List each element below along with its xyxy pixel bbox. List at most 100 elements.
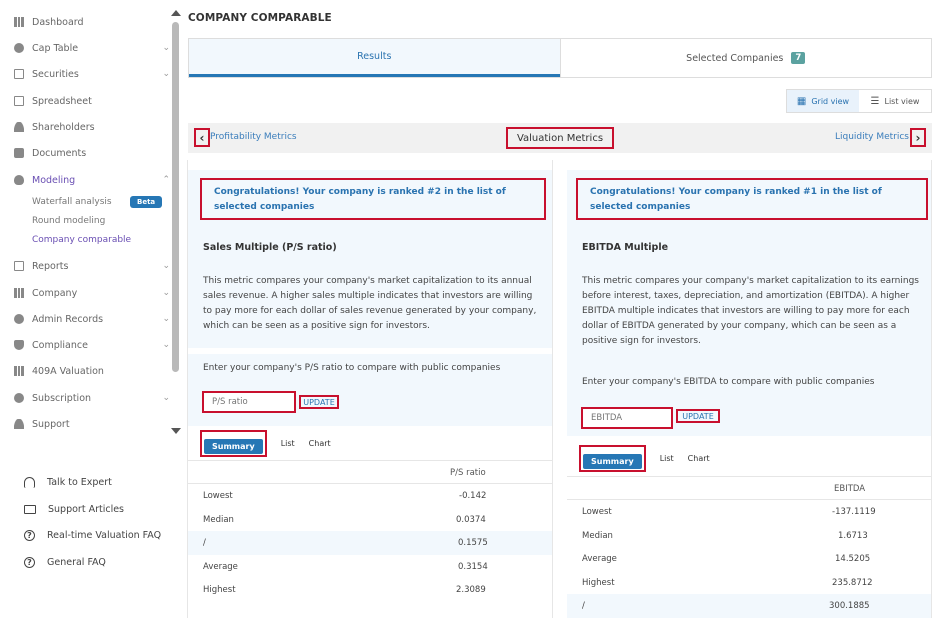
sidebar-item-company[interactable]: Company ⌄ <box>14 283 170 303</box>
report-icon <box>14 261 24 271</box>
row-value: 0.3154 <box>458 561 488 572</box>
row-value: 0.0374 <box>456 514 486 525</box>
sidebar-subitem-round-modeling[interactable]: Round modeling <box>32 213 105 229</box>
tab-selected-companies[interactable]: Selected Companies 7 <box>559 39 932 77</box>
bulb-icon <box>14 175 24 185</box>
table-row: Average 0.3154 <box>188 555 552 579</box>
row-label: Average <box>203 561 238 572</box>
tab-bar: Results Selected Companies 7 <box>188 38 932 78</box>
sidebar-item-409a-valuation[interactable]: 409A Valuation <box>14 361 170 381</box>
chevron-down-icon: ⌄ <box>162 393 170 403</box>
subtab-list[interactable]: List <box>660 454 674 463</box>
sidebar-item-label: Shareholders <box>32 121 95 133</box>
row-label: Median <box>582 530 613 541</box>
subtab-list[interactable]: List <box>281 439 295 448</box>
row-label: Lowest <box>582 507 612 517</box>
chevron-down-icon: ⌄ <box>162 340 170 350</box>
card-header: Congratulations! Your company is ranked … <box>567 170 931 364</box>
row-value: -137.1119 <box>832 507 876 517</box>
tab-label: Results <box>357 51 392 62</box>
sidebar-item-compliance[interactable]: Compliance ⌄ <box>14 335 170 355</box>
row-value: -0.142 <box>459 491 487 501</box>
sidebar: Dashboard Cap Table ⌄ Securities ⌄ Spreads… <box>0 0 182 618</box>
dashboard-icon <box>14 17 24 27</box>
document-icon <box>14 69 24 79</box>
row-label: / <box>203 538 206 548</box>
chart-icon <box>14 366 24 376</box>
metric-title: Sales Multiple (P/S ratio) <box>203 242 337 253</box>
ebitda-input[interactable] <box>581 407 673 429</box>
gear-icon <box>14 314 24 324</box>
metric-navigator: ‹ Profitability Metrics Valuation Metric… <box>188 123 932 153</box>
help-valuation-faq[interactable]: ? Real-time Valuation FAQ <box>24 526 161 544</box>
update-button[interactable]: UPDATE <box>676 409 720 423</box>
metric-card-ps-ratio: Congratulations! Your company is ranked … <box>188 170 552 618</box>
row-label: Lowest <box>203 491 233 501</box>
building-icon <box>14 288 24 298</box>
book-icon <box>24 504 36 514</box>
sidebar-item-securities[interactable]: Securities ⌄ <box>14 64 170 84</box>
help-general-faq[interactable]: ? General FAQ <box>24 553 106 571</box>
help-talk-to-expert[interactable]: Talk to Expert <box>24 473 112 491</box>
chevron-down-icon: ⌄ <box>162 261 170 271</box>
table-row: Lowest -0.142 <box>188 484 552 508</box>
row-value: 14.5205 <box>835 554 871 564</box>
sidebar-item-shareholders[interactable]: Shareholders <box>14 117 170 137</box>
sidebar-item-support[interactable]: Support <box>14 414 170 434</box>
subtab-bar: Summary List Chart <box>579 444 710 472</box>
subtab-chart[interactable]: Chart <box>309 439 331 448</box>
table-row: Highest 235.8712 <box>567 571 931 595</box>
sidebar-item-documents[interactable]: Documents <box>14 143 170 163</box>
table-header: P/S ratio <box>188 460 552 484</box>
update-button[interactable]: UPDATE <box>299 395 339 409</box>
sidebar-subitem-waterfall[interactable]: Waterfall analysis <box>32 194 112 210</box>
sidebar-item-label: Reports <box>32 260 69 272</box>
sidebar-item-spreadsheet[interactable]: Spreadsheet <box>14 91 170 111</box>
help-label: General FAQ <box>47 556 106 568</box>
row-value: 1.6713 <box>838 530 868 541</box>
chevron-down-icon: ⌄ <box>162 288 170 298</box>
pie-chart-icon <box>14 43 24 53</box>
chevron-right-icon[interactable]: › <box>910 128 926 147</box>
sidebar-item-label: Company <box>32 287 78 299</box>
sidebar-item-modeling[interactable]: Modeling ⌃ <box>14 170 170 190</box>
grid-view-label: Grid view <box>811 96 850 106</box>
prev-metric-link[interactable]: Profitability Metrics <box>210 132 297 142</box>
sidebar-item-label: Subscription <box>32 392 92 404</box>
sidebar-item-label: Compliance <box>32 339 88 351</box>
subtab-summary[interactable]: Summary <box>583 453 642 469</box>
sidebar-item-label: Support <box>32 418 70 430</box>
column-header: P/S ratio <box>450 468 486 478</box>
sidebar-item-cap-table[interactable]: Cap Table ⌄ <box>14 38 170 58</box>
sidebar-scrollbar[interactable] <box>172 22 179 372</box>
count-badge: 7 <box>791 52 806 64</box>
help-support-articles[interactable]: Support Articles <box>24 500 124 518</box>
subtab-bar: Summary List Chart <box>200 429 331 457</box>
sidebar-item-subscription[interactable]: Subscription ⌄ <box>14 388 170 408</box>
chevron-left-icon[interactable]: ‹ <box>194 128 210 147</box>
subtab-summary[interactable]: Summary <box>204 438 263 454</box>
list-view-button[interactable]: ☰ List view <box>859 90 931 112</box>
list-icon: ☰ <box>870 95 880 107</box>
sidebar-item-label: Documents <box>32 147 87 159</box>
divider <box>552 160 553 618</box>
sidebar-item-admin-records[interactable]: Admin Records ⌄ <box>14 309 170 329</box>
subtab-chart[interactable]: Chart <box>688 454 710 463</box>
tab-results[interactable]: Results <box>189 39 560 77</box>
sidebar-item-label: Cap Table <box>32 42 79 54</box>
sidebar-item-label: Spreadsheet <box>32 95 92 107</box>
chevron-down-icon: ⌄ <box>162 43 170 53</box>
grid-view-button[interactable]: ▦ Grid view <box>787 90 859 112</box>
scroll-up-arrow[interactable] <box>171 10 181 16</box>
beta-badge: Beta <box>130 196 163 208</box>
sidebar-subitem-company-comparable[interactable]: Company comparable <box>32 232 131 248</box>
chevron-up-icon: ⌃ <box>162 175 170 185</box>
ps-ratio-input[interactable] <box>202 391 296 413</box>
help-label: Support Articles <box>48 503 124 515</box>
scroll-down-arrow[interactable] <box>171 428 181 434</box>
sidebar-item-dashboard[interactable]: Dashboard <box>14 12 170 32</box>
next-metric-link[interactable]: Liquidity Metrics <box>835 132 909 142</box>
input-block: Enter your company's P/S ratio to compar… <box>188 354 552 426</box>
sidebar-item-reports[interactable]: Reports ⌄ <box>14 256 170 276</box>
sidebar-item-label: 409A Valuation <box>32 365 104 377</box>
